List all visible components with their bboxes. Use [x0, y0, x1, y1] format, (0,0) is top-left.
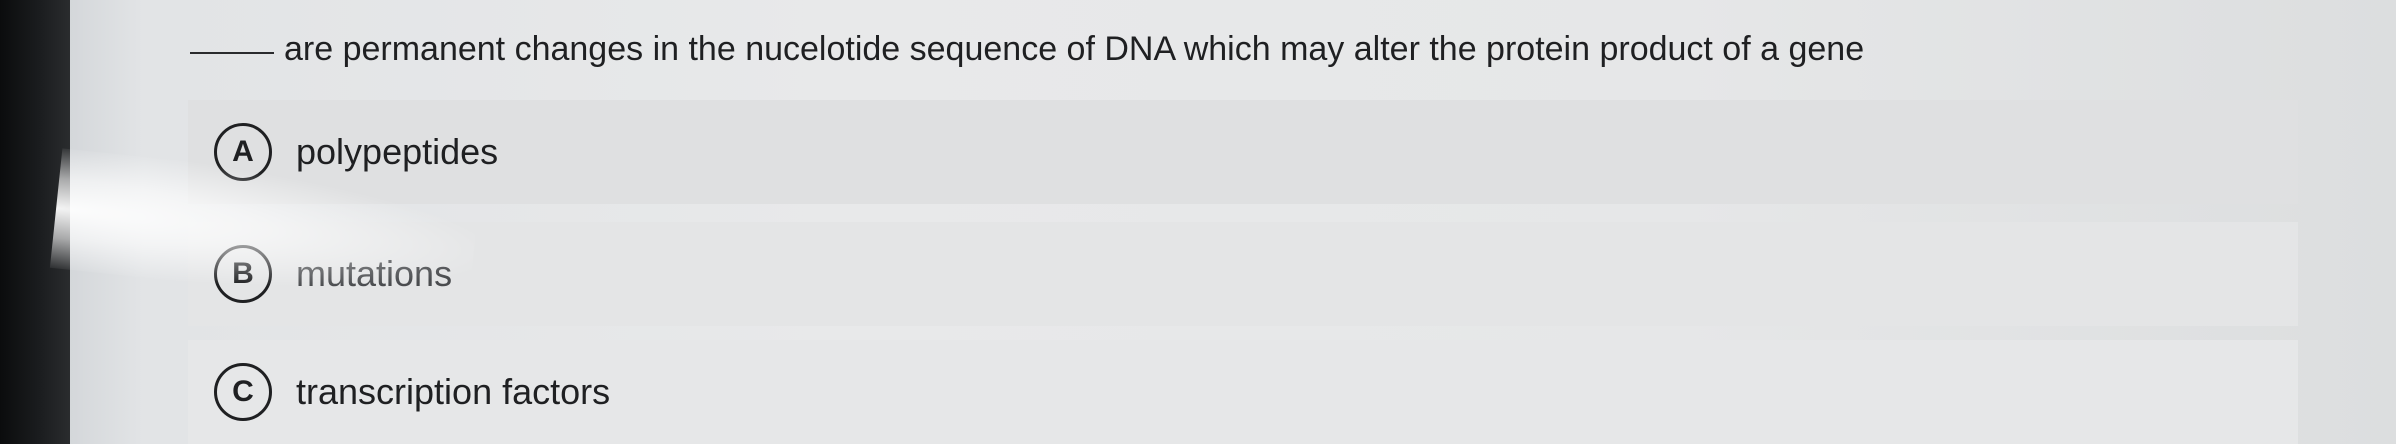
option-letter-a: A	[214, 123, 272, 181]
option-b[interactable]: B mutations	[188, 222, 2298, 326]
question-stem: are permanent changes in the nucelotide …	[190, 30, 1864, 69]
option-text-b: mutations	[296, 253, 453, 294]
option-letter-b: B	[214, 245, 272, 303]
question-text: are permanent changes in the nucelotide …	[284, 30, 1865, 68]
option-text-a: polypeptides	[296, 131, 499, 172]
option-letter-c: C	[214, 363, 272, 421]
answer-blank	[190, 52, 274, 54]
monitor-bezel	[0, 0, 70, 444]
option-a[interactable]: A polypeptides	[188, 100, 2298, 204]
option-text-c: transcription factors	[296, 371, 611, 412]
quiz-screen: are permanent changes in the nucelotide …	[0, 0, 2396, 444]
option-c[interactable]: C transcription factors	[188, 340, 2298, 444]
